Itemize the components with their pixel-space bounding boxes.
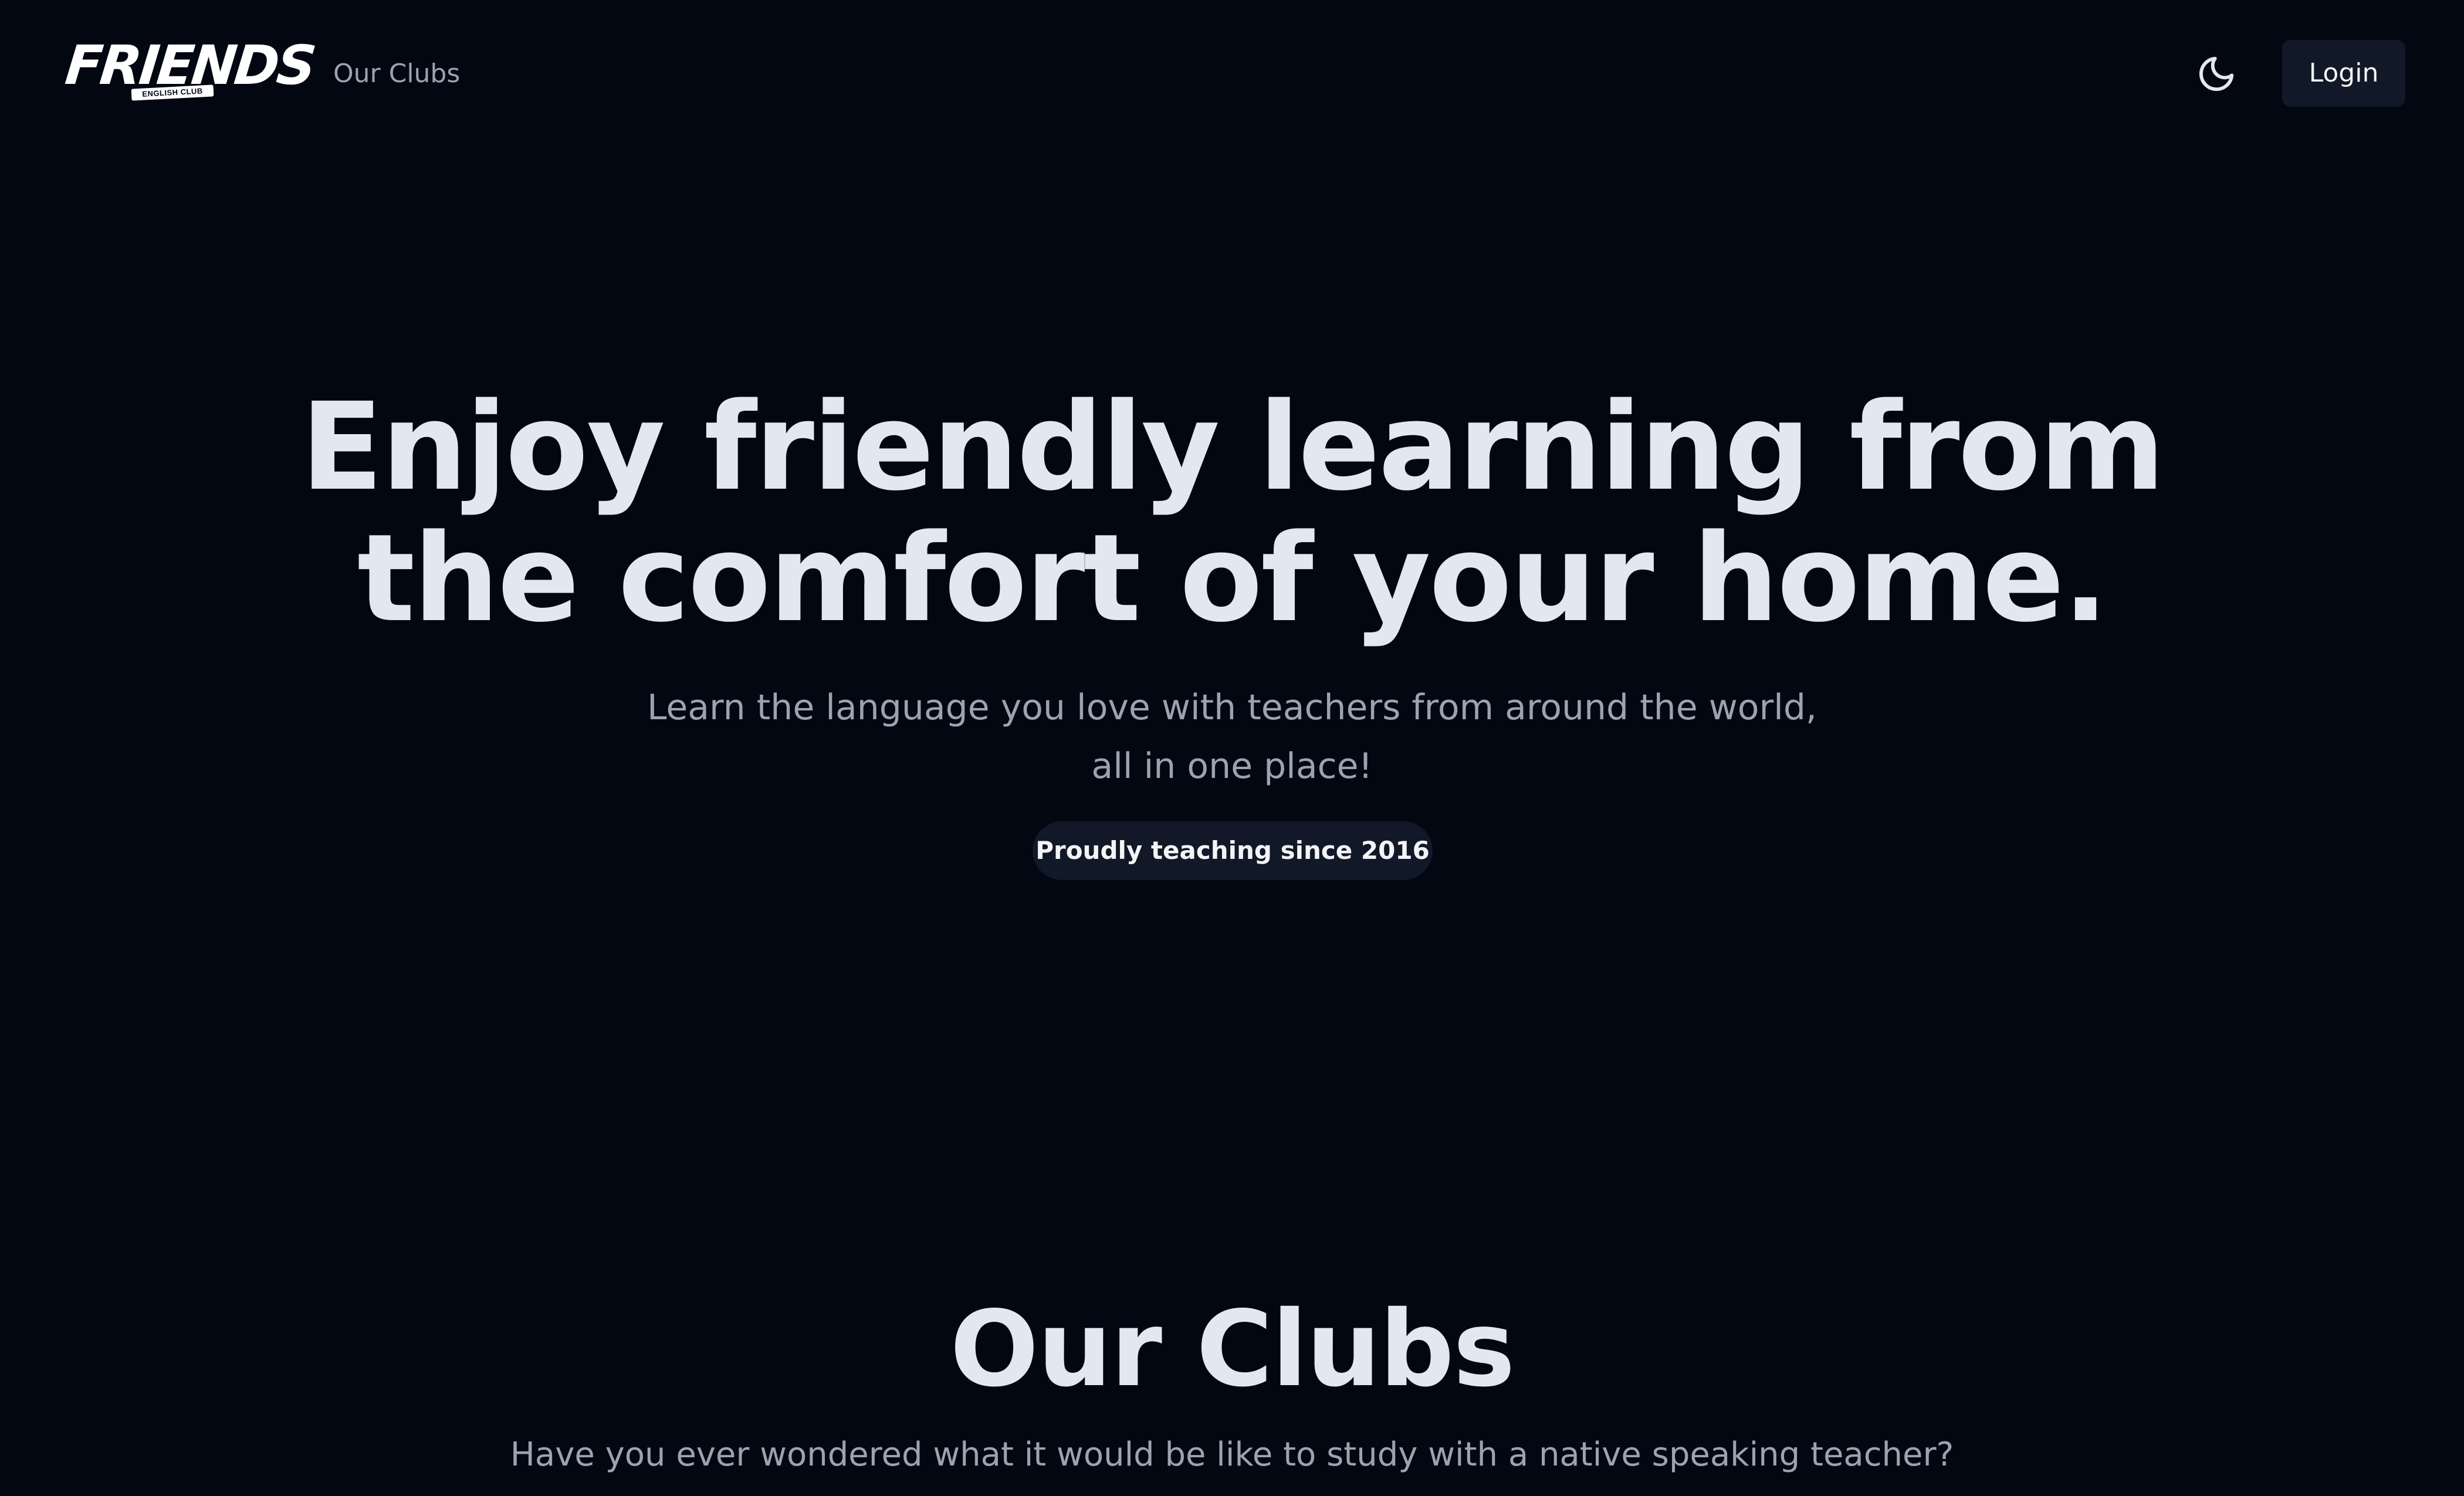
logo-wordmark: FRIENDS	[62, 34, 317, 97]
clubs-title: Our Clubs	[950, 1288, 1515, 1410]
login-button[interactable]: Login	[2282, 40, 2405, 107]
hero-title-line-1: Enjoy friendly learning from	[300, 377, 2165, 517]
clubs-subtitle: Have you ever wondered what it would be …	[510, 1436, 1954, 1474]
since-badge: Proudly teaching since 2016	[1033, 821, 1433, 880]
hero-subtitle: Learn the language you love with teacher…	[645, 678, 1819, 796]
hero-title-line-2: the comfort of your home.	[357, 508, 2108, 649]
hero-subtitle-line-1: Learn the language you love with teacher…	[647, 687, 1817, 728]
nav-link-our-clubs[interactable]: Our Clubs	[333, 56, 460, 92]
page: FRIENDS ENGLISH CLUB Our Clubs Login Enj…	[0, 0, 2464, 1496]
hero-title: Enjoy friendly learning from the comfort…	[176, 381, 2288, 644]
friends-logo[interactable]: FRIENDS ENGLISH CLUB	[62, 34, 317, 107]
navbar: FRIENDS ENGLISH CLUB Our Clubs Login	[0, 0, 2464, 147]
moon-icon	[2199, 56, 2234, 92]
theme-toggle-button[interactable]	[2192, 49, 2241, 99]
hero-subtitle-line-2: all in one place!	[1091, 746, 1373, 787]
